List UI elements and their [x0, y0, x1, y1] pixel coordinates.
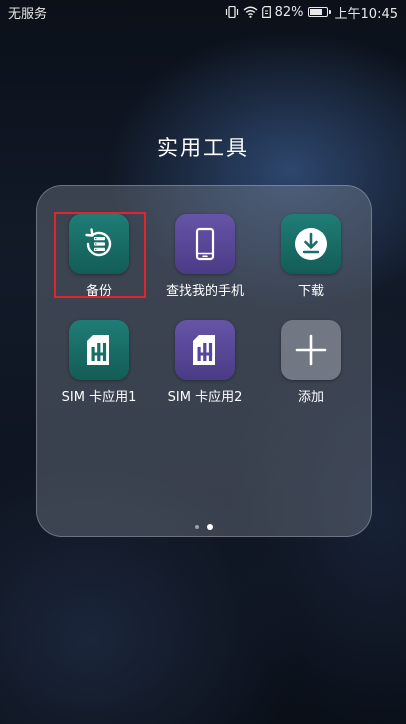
add-app-button[interactable]: 添加 [261, 320, 361, 410]
app-sim-toolkit-1[interactable]: SIM 卡应用1 [49, 320, 149, 410]
battery-percent: 82% [274, 4, 304, 20]
app-download[interactable]: 下载 [261, 214, 361, 304]
status-bar: 无服务 82% 上午10:45 [0, 0, 406, 24]
plus-icon [295, 334, 327, 366]
find-phone-icon [195, 227, 215, 261]
battery-level [309, 9, 323, 15]
app-label: 添加 [297, 390, 324, 405]
status-icons: 82% 上午10:45 [225, 3, 398, 22]
app-label: 查找我的手机 [165, 284, 244, 299]
clock: 上午10:45 [334, 6, 398, 22]
battery-icon [307, 7, 331, 17]
app-label: 下载 [297, 284, 324, 299]
vibrate-icon [225, 6, 239, 18]
carrier-text: 无服务 [8, 6, 48, 22]
app-sim-toolkit-2[interactable]: SIM 卡应用2 [155, 320, 255, 410]
download-icon [295, 228, 327, 260]
sim-1-app-icon[interactable] [69, 320, 129, 380]
sim-2-app-icon[interactable] [175, 320, 235, 380]
sim-card-icon [87, 335, 109, 365]
wifi-icon [243, 6, 258, 18]
download-app-icon[interactable] [281, 214, 341, 274]
page-dot-2[interactable] [207, 524, 213, 530]
sim-status-icon [261, 6, 271, 18]
find-phone-app-icon[interactable] [175, 214, 235, 274]
page-dot-1[interactable] [195, 525, 199, 529]
highlight-box [54, 212, 146, 298]
add-app-icon[interactable] [281, 320, 341, 380]
app-label: SIM 卡应用1 [61, 390, 137, 405]
page-indicator [37, 524, 371, 530]
folder-title[interactable]: 实用工具 [0, 132, 406, 162]
app-find-my-phone[interactable]: 查找我的手机 [155, 214, 255, 304]
sim-card-icon [193, 335, 215, 365]
folder-panel: 备份 查找我的手机 下载 SIM 卡应用1 SIM 卡应用2 添加 [36, 185, 372, 537]
app-label: SIM 卡应用2 [167, 390, 243, 405]
